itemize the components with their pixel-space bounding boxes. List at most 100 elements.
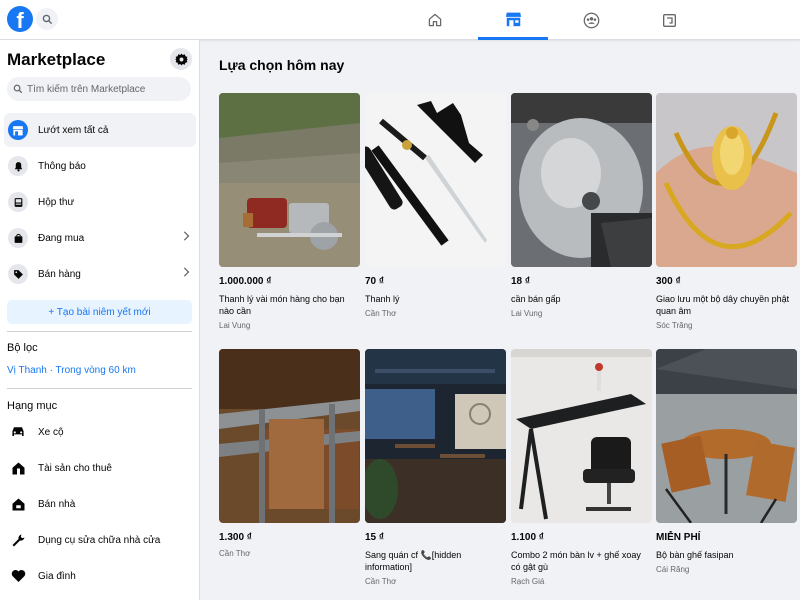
listing-location: Lai Vung [219, 321, 251, 330]
cafe-night-photo [365, 349, 506, 523]
listing-title: Thanh lý vài món hàng cho bạn nào cần [219, 294, 345, 316]
gear-icon [174, 53, 188, 65]
sidebar-item-browse-all[interactable]: Lướt xem tất cả [4, 113, 196, 147]
listing-image[interactable] [511, 93, 652, 267]
desk-chair-photo [511, 349, 652, 523]
listing-price: 1.100 ₫ [511, 532, 544, 543]
katana-sword-photo [365, 93, 506, 267]
category-home-improvement[interactable]: Dụng cụ sửa chữa nhà cửa [4, 523, 196, 557]
listing-image[interactable] [656, 93, 797, 267]
motorbike-engine-photo [511, 93, 652, 267]
listing-location: Rạch Giá [511, 577, 545, 586]
filter-heading: Bộ lọc [7, 342, 38, 354]
listing-card[interactable]: 1.000.000 ₫ Thanh lý vài món hàng cho bạ… [219, 93, 360, 330]
page-title: Lựa chọn hôm nay [219, 57, 345, 73]
listing-title: Bộ bàn ghế fasipan [656, 550, 734, 560]
location-filter-link[interactable]: Vị Thanh · Trong vòng 60 km [7, 365, 136, 376]
listing-price: 70 ₫ [365, 276, 385, 287]
tag-icon [13, 269, 23, 279]
wrench-icon [12, 534, 24, 546]
listing-title: Thanh lý [365, 294, 400, 304]
sidebar-item-label: Bán hàng [38, 268, 81, 280]
category-label: Gia đình [38, 570, 76, 582]
listing-price: 18 ₫ [511, 276, 531, 287]
house-tag-icon [12, 498, 24, 510]
listing-location: Cần Thơ [365, 577, 397, 586]
tab-home[interactable] [400, 0, 470, 40]
sidebar-item-notifications[interactable]: Thông báo [4, 149, 196, 183]
listing-title: Giao lưu một bộ dây chuyền phật quan âm [656, 294, 790, 316]
search-button[interactable] [36, 8, 58, 30]
chevron-right-icon [183, 267, 190, 277]
tab-marketplace[interactable] [478, 0, 548, 40]
category-family[interactable]: Gia đình [4, 559, 196, 593]
chevron-right-icon [183, 231, 190, 241]
listing-card[interactable]: 15 ₫ Sang quán cf 📞[hidden information] … [365, 349, 506, 586]
heart-icon [11, 570, 25, 582]
listing-card[interactable]: 1.300 ₫ Cần Thơ [219, 349, 360, 558]
listing-image[interactable] [656, 349, 797, 523]
listing-location: Cần Thơ [365, 309, 397, 318]
gaming-icon [662, 13, 676, 27]
pressure-washer-photo [219, 93, 360, 267]
marketplace-sidebar: Marketplace Lướt xem tất cả Thông báo Hộ… [0, 40, 200, 600]
listing-image[interactable] [365, 93, 506, 267]
metal-frame-photo [219, 349, 360, 523]
storefront-icon [12, 125, 24, 135]
tab-gaming[interactable] [634, 0, 704, 40]
divider [7, 388, 192, 389]
sidebar-item-inbox[interactable]: Hộp thư [4, 185, 196, 219]
marketplace-search-input[interactable] [27, 83, 187, 95]
sidebar-title: Marketplace [7, 50, 106, 69]
listing-price: MIỄN PHÍ [656, 532, 701, 543]
category-label: Dụng cụ sửa chữa nhà cửa [38, 534, 161, 546]
listing-price: 300 ₫ [656, 276, 681, 287]
bell-icon [14, 161, 22, 171]
category-rentals[interactable]: Tài sản cho thuê [4, 451, 196, 485]
wooden-chairs-photo [656, 349, 797, 523]
listing-card[interactable]: 70 ₫ Thanh lý Cần Thơ [365, 93, 506, 318]
category-property-for-sale[interactable]: Bán nhà [4, 487, 196, 521]
search-icon [13, 84, 23, 94]
listing-price: 1.300 ₫ [219, 532, 252, 543]
listing-image[interactable] [219, 349, 360, 523]
listing-card[interactable]: MIỄN PHÍ Bộ bàn ghế fasipan Cái Răng [656, 349, 797, 574]
gold-necklace-photo [656, 93, 797, 267]
top-navigation-bar: f [0, 0, 800, 40]
sidebar-item-buying[interactable]: Đang mua [4, 221, 196, 255]
listing-image[interactable] [511, 349, 652, 523]
house-key-icon [12, 462, 24, 474]
tab-groups[interactable] [556, 0, 626, 40]
sidebar-item-label: Đang mua [38, 232, 85, 244]
listing-price: 1.000.000 ₫ [219, 276, 272, 287]
facebook-logo[interactable]: f [7, 6, 33, 32]
category-label: Xe cộ [38, 426, 64, 438]
search-icon [42, 14, 52, 24]
listing-card[interactable]: 18 ₫ cần bán gấp Lai Vung [511, 93, 652, 318]
divider [7, 331, 192, 332]
marketplace-icon [505, 12, 521, 26]
listing-title: cần bán gấp [511, 294, 561, 304]
sidebar-item-label: Lướt xem tất cả [38, 124, 109, 136]
listing-card[interactable]: 1.100 ₫ Combo 2 món bàn lv + ghế xoay có… [511, 349, 652, 586]
sidebar-item-selling[interactable]: Bán hàng [4, 257, 196, 291]
category-label: Tài sản cho thuê [38, 462, 112, 474]
settings-button[interactable] [170, 48, 192, 70]
listing-card[interactable]: 300 ₫ Giao lưu một bộ dây chuyền phật qu… [656, 93, 797, 330]
category-heading: Hạng mục [7, 400, 58, 412]
listing-price: 15 ₫ [365, 532, 385, 543]
sidebar-item-label: Thông báo [38, 160, 86, 172]
car-icon [12, 427, 24, 436]
groups-icon [583, 12, 599, 28]
listing-title: Sang quán cf 📞[hidden information] [365, 550, 462, 572]
listing-image[interactable] [219, 93, 360, 267]
home-icon [428, 13, 442, 27]
category-vehicles[interactable]: Xe cộ [4, 415, 196, 449]
sidebar-item-label: Hộp thư [38, 196, 75, 208]
inbox-icon [14, 197, 22, 207]
create-listing-button[interactable]: + Tạo bài niêm yết mới [7, 300, 192, 324]
listing-title: Combo 2 món bàn lv + ghế xoay có gật gù [511, 550, 641, 572]
listing-location: Sóc Trăng [656, 321, 693, 330]
listing-image[interactable] [365, 349, 506, 523]
marketplace-search[interactable] [7, 77, 191, 101]
